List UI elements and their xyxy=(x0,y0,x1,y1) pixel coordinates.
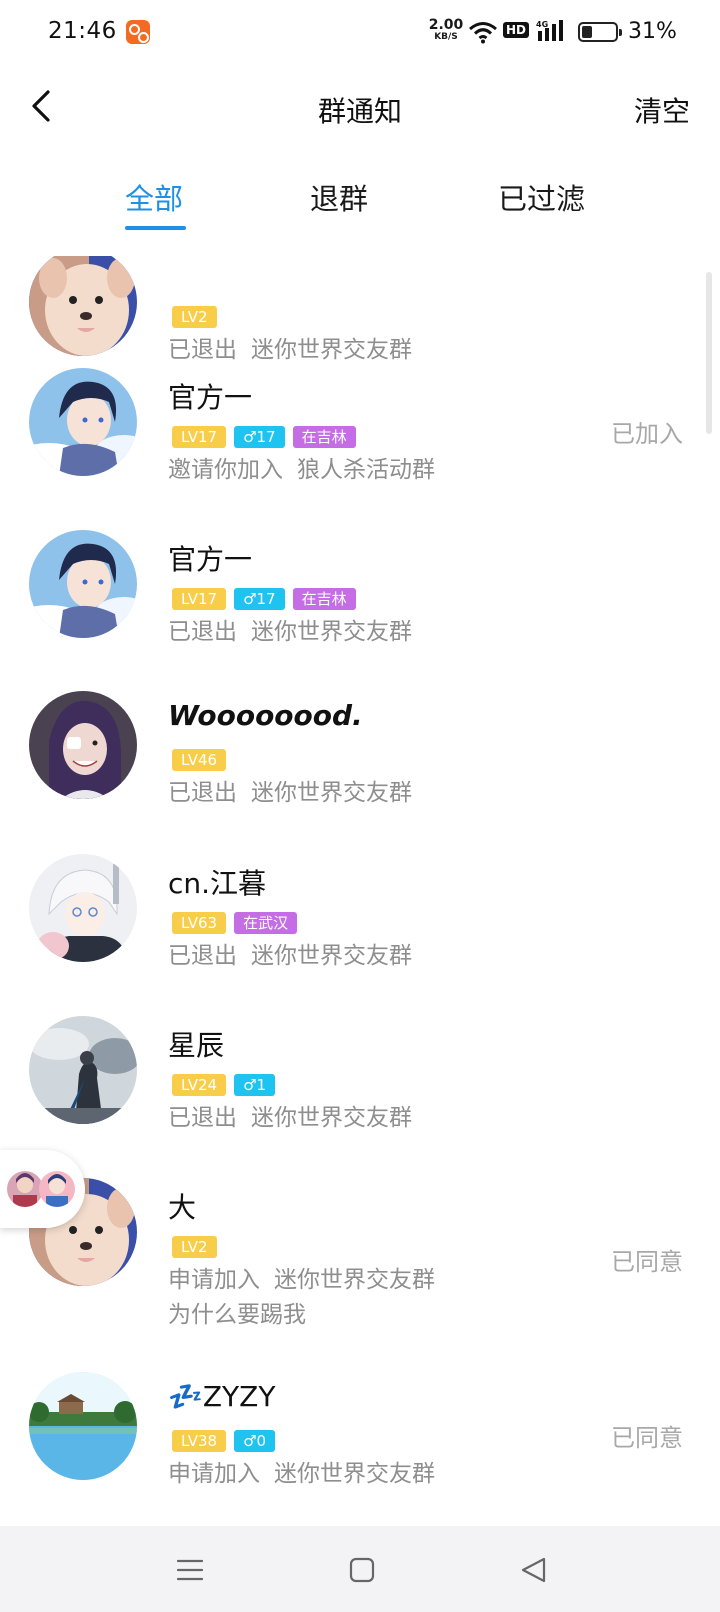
app-notification-icon xyxy=(126,20,150,44)
header: 群通知 清空 xyxy=(0,70,720,150)
gender-age-badge: ♂0 xyxy=(234,1430,276,1452)
location-badge: 在吉林 xyxy=(292,588,356,610)
level-badge: LV2 xyxy=(172,306,217,328)
tab-quit[interactable]: 退群 xyxy=(310,176,368,218)
avatar[interactable] xyxy=(29,854,137,962)
level-badge: LV17 xyxy=(172,588,227,610)
group-name: 狼人杀活动群 xyxy=(297,457,435,483)
group-name: 迷你世界交友群 xyxy=(251,619,412,645)
level-badge: LV2 xyxy=(172,1236,217,1258)
signal-4g-icon: 4G xyxy=(536,19,570,47)
nickname[interactable]: 星辰 xyxy=(168,1024,224,1064)
group-name: 迷你世界交友群 xyxy=(251,780,412,806)
active-tab-indicator xyxy=(125,226,186,230)
clear-all-button[interactable]: 清空 xyxy=(634,90,690,130)
notification-action: 申请加入 xyxy=(168,1267,260,1293)
tab-filtered[interactable]: 已过滤 xyxy=(498,176,585,218)
notification-action: 申请加入 xyxy=(168,1461,260,1487)
notification-action: 邀请你加入 xyxy=(168,457,283,483)
floating-chat-bubble[interactable] xyxy=(0,1150,85,1228)
avatar[interactable] xyxy=(29,530,137,638)
avatar[interactable] xyxy=(29,1016,137,1124)
group-name: 迷你世界交友群 xyxy=(251,1105,412,1131)
network-speed-value: 2.00 xyxy=(428,17,464,33)
status-label[interactable]: 已同意 xyxy=(611,1242,683,1277)
badge-row: LV17 ♂17 在吉林 xyxy=(172,588,356,610)
notification-text: 邀请你加入 狼人杀活动群 xyxy=(168,450,435,484)
menu-icon[interactable] xyxy=(170,1550,210,1590)
network-speed: 2.00 KB/S xyxy=(428,18,464,42)
location-badge: 在吉林 xyxy=(292,426,356,448)
request-message: 为什么要踢我 xyxy=(168,1302,306,1328)
mini-avatar xyxy=(39,1171,75,1207)
notification-text: 已退出 迷你世界交友群 xyxy=(168,936,412,970)
badge-row: LV2 xyxy=(172,306,217,328)
badge-row: LV17 ♂17 在吉林 xyxy=(172,426,356,448)
notification-text: 已退出 迷你世界交友群 xyxy=(168,773,412,807)
notification-action: 已退出 xyxy=(168,1105,237,1131)
triangle-back-icon[interactable] xyxy=(514,1550,554,1590)
group-name: 迷你世界交友群 xyxy=(251,943,412,969)
wifi-icon xyxy=(468,20,498,48)
nickname[interactable]: 官方一 xyxy=(168,538,252,578)
notification-text: 已退出 迷你世界交友群 xyxy=(168,612,412,646)
battery-icon xyxy=(578,22,622,42)
status-time: 21:46 xyxy=(48,18,117,44)
scrollbar[interactable] xyxy=(706,272,712,434)
avatar[interactable] xyxy=(29,691,137,799)
level-badge: LV63 xyxy=(172,912,227,934)
avatar[interactable] xyxy=(29,1372,137,1480)
gender-age-badge: ♂1 xyxy=(234,1074,276,1096)
nickname[interactable]: 💤ZYZY xyxy=(168,1380,275,1413)
group-name: 迷你世界交友群 xyxy=(274,1461,435,1487)
nickname[interactable]: Woooooood. xyxy=(168,699,363,732)
group-name: 迷你世界交友群 xyxy=(274,1267,435,1293)
notification-action: 已退出 xyxy=(168,780,237,806)
tab-all[interactable]: 全部 xyxy=(125,176,183,218)
system-navigation-bar xyxy=(0,1526,720,1612)
notification-item[interactable]: 官方一 LV17 ♂17 在吉林 邀请你加入 狼人杀活动群 已加入 xyxy=(0,358,720,518)
notification-text: 申请加入 迷你世界交友群 xyxy=(168,1260,435,1294)
badge-row: LV2 xyxy=(172,1236,217,1258)
status-label[interactable]: 已加入 xyxy=(611,414,683,449)
gender-age-badge: ♂17 xyxy=(234,588,285,610)
badge-row: LV63 在武汉 xyxy=(172,912,298,934)
notification-text: 申请加入 迷你世界交友群 xyxy=(168,1454,435,1488)
location-badge: 在武汉 xyxy=(234,912,298,934)
nickname[interactable]: cn.江暮 xyxy=(168,862,266,902)
notification-action: 已退出 xyxy=(168,619,237,645)
badge-row: LV46 xyxy=(172,749,227,771)
avatar[interactable] xyxy=(29,256,137,356)
badge-row: LV24 ♂1 xyxy=(172,1074,276,1096)
level-badge: LV24 xyxy=(172,1074,227,1096)
notification-list[interactable]: LV2 已退出 迷你世界交友群 官方一 LV17 ♂17 在吉林 邀请你加入 狼人杀活动群 已加入… xyxy=(0,256,720,1526)
network-speed-unit: KB/S xyxy=(434,32,458,42)
level-badge: LV17 xyxy=(172,426,227,448)
notification-item[interactable]: Woooooood. LV46 已退出 迷你世界交友群 xyxy=(0,681,720,841)
gender-age-badge: ♂17 xyxy=(234,426,285,448)
notification-item[interactable]: 大 LV2 申请加入 迷你世界交友群 为什么要踢我 已同意 xyxy=(0,1168,720,1328)
notification-action: 已退出 xyxy=(168,943,237,969)
status-bar: 21:46 2.00 KB/S HD 4G 31% xyxy=(0,0,720,66)
badge-row: LV38 ♂0 xyxy=(172,1430,276,1452)
avatar[interactable] xyxy=(29,368,137,476)
battery-percent: 31% xyxy=(628,19,677,44)
hd-icon: HD xyxy=(503,22,530,38)
notification-item[interactable]: 💤ZYZY LV38 ♂0 申请加入 迷你世界交友群 已同意 xyxy=(0,1362,720,1522)
level-badge: LV38 xyxy=(172,1430,227,1452)
status-label[interactable]: 已同意 xyxy=(611,1418,683,1453)
nickname[interactable]: 官方一 xyxy=(168,376,252,416)
notification-item[interactable]: 官方一 LV17 ♂17 在吉林 已退出 迷你世界交友群 xyxy=(0,520,720,680)
notification-item[interactable]: 星辰 LV24 ♂1 已退出 迷你世界交友群 xyxy=(0,1006,720,1166)
mini-avatar xyxy=(7,1171,43,1207)
tab-bar: 全部 退群 已过滤 xyxy=(0,176,720,240)
page-title: 群通知 xyxy=(317,95,402,128)
notification-item[interactable]: cn.江暮 LV63 在武汉 已退出 迷你世界交友群 xyxy=(0,844,720,1004)
svg-text:4G: 4G xyxy=(536,20,548,29)
home-square-icon[interactable] xyxy=(342,1550,382,1590)
level-badge: LV46 xyxy=(172,749,227,771)
nickname[interactable]: 大 xyxy=(168,1186,196,1226)
notification-text: 已退出 迷你世界交友群 xyxy=(168,1098,412,1132)
